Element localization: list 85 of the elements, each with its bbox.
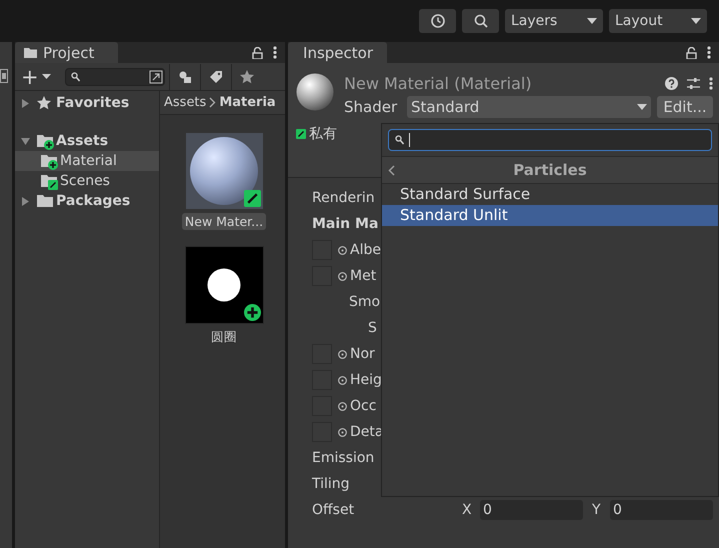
sliders-icon[interactable] xyxy=(687,76,700,90)
caret-icon xyxy=(42,74,51,79)
collapsed-arrow-icon[interactable] xyxy=(21,196,30,206)
lock-icon[interactable] xyxy=(252,46,263,58)
collapsed-arrow-icon[interactable] xyxy=(21,98,30,108)
inspector-tab[interactable]: Inspector xyxy=(288,42,387,63)
axis-label: X xyxy=(462,502,473,518)
property-label: Smo xyxy=(349,294,380,310)
asset-name[interactable]: 圆圈 xyxy=(208,328,240,347)
shapes-icon xyxy=(178,70,192,84)
property-label: Occ xyxy=(350,398,376,414)
tree-item[interactable]: Scenes xyxy=(15,171,159,191)
star-icon xyxy=(240,70,254,84)
tree-item[interactable]: Assets xyxy=(15,131,159,151)
tree-label: Material xyxy=(60,153,117,169)
tree-item[interactable]: Packages xyxy=(15,191,159,211)
number-field[interactable]: 0 xyxy=(610,500,713,520)
picker-icon[interactable] xyxy=(338,402,347,410)
property-label: Heig xyxy=(350,372,382,388)
asset-thumbnail[interactable] xyxy=(184,246,264,324)
help-icon[interactable] xyxy=(665,76,678,90)
asset-name[interactable]: New Mater... xyxy=(182,213,266,230)
more-icon[interactable] xyxy=(707,46,711,59)
picker-icon[interactable] xyxy=(338,428,347,436)
project-tab[interactable]: Project xyxy=(15,42,118,63)
property-label: Emission xyxy=(312,450,374,466)
caret-icon xyxy=(587,18,597,24)
history-button[interactable] xyxy=(419,9,456,33)
shader-dropdown[interactable]: Standard xyxy=(407,96,651,118)
lock-icon[interactable] xyxy=(686,46,697,58)
layers-dropdown[interactable]: Layers xyxy=(505,9,603,33)
property-label: Met xyxy=(350,268,376,284)
search-icon xyxy=(472,13,488,29)
more-icon[interactable] xyxy=(273,46,277,59)
star-icon xyxy=(37,96,51,110)
tree-label: Scenes xyxy=(60,173,110,189)
material-title: New Material (Material) xyxy=(344,74,532,92)
menu-item[interactable]: Standard Unlit xyxy=(382,205,718,226)
menu-item[interactable]: Standard Surface xyxy=(382,184,718,205)
tree-item[interactable]: Material xyxy=(15,151,159,171)
picker-icon[interactable] xyxy=(338,246,347,254)
layout-dropdown[interactable]: Layout xyxy=(609,9,707,33)
caret-icon xyxy=(691,18,701,24)
caret-icon xyxy=(637,104,647,110)
breadcrumb-item[interactable]: Materia xyxy=(219,95,276,110)
tree-label: Packages xyxy=(56,193,130,209)
chevron-icon xyxy=(209,97,216,108)
expanded-arrow-icon[interactable] xyxy=(21,136,30,146)
property-label: Tiling xyxy=(312,476,350,492)
sphere-icon xyxy=(189,136,259,206)
picker-icon[interactable] xyxy=(338,376,347,384)
material-preview-icon xyxy=(296,73,334,111)
more-icon[interactable] xyxy=(709,76,713,90)
picker-icon[interactable] xyxy=(338,272,347,280)
tree-label: Assets xyxy=(56,133,108,149)
breadcrumb-item[interactable]: Assets xyxy=(164,95,206,110)
property-label: Nor xyxy=(350,346,375,362)
category-title: Particles xyxy=(513,161,587,179)
shader-label: Shader xyxy=(344,98,398,116)
circle-icon xyxy=(207,268,241,302)
search-field[interactable] xyxy=(64,68,165,86)
section-title: Main Ma xyxy=(312,216,378,232)
property-label: Offset xyxy=(312,502,354,518)
folder-icon xyxy=(24,47,37,58)
picker-icon[interactable] xyxy=(338,350,347,358)
folder-icon xyxy=(37,194,53,208)
property-label: S xyxy=(368,320,377,336)
number-field[interactable]: 0 xyxy=(480,500,583,520)
property-label: Renderin xyxy=(312,190,375,206)
search-button[interactable] xyxy=(462,9,499,33)
expand-icon[interactable] xyxy=(148,70,163,84)
tag-icon xyxy=(208,70,223,84)
history-icon xyxy=(430,13,446,29)
panel-icon[interactable] xyxy=(0,69,8,83)
tree-item[interactable]: Favorites xyxy=(15,93,159,113)
property-label: Albe xyxy=(350,242,381,258)
search-field[interactable] xyxy=(388,129,712,151)
private-label: 私有 xyxy=(309,125,337,143)
add-button[interactable]: + xyxy=(15,66,57,86)
tree-label: Favorites xyxy=(56,95,130,111)
search-icon xyxy=(70,72,80,82)
axis-label: Y xyxy=(592,502,602,518)
edit-button[interactable]: Edit... xyxy=(657,96,713,118)
asset-thumbnail[interactable] xyxy=(186,133,262,209)
search-icon xyxy=(395,135,404,145)
